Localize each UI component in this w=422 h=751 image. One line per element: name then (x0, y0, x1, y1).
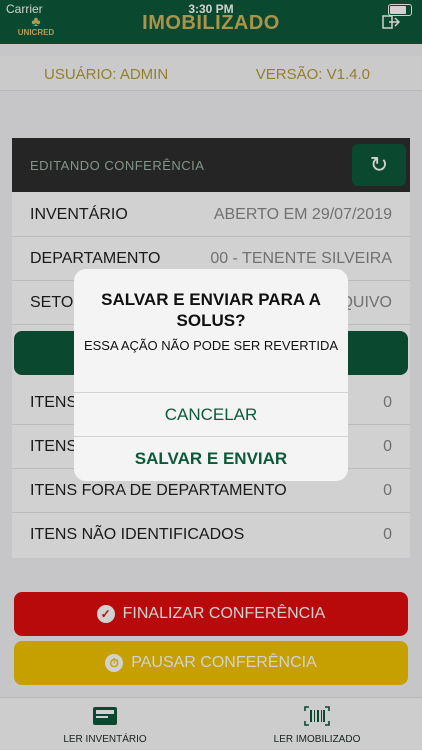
confirm-dialog: SALVAR E ENVIAR PARA A SOLUS? ESSA AÇÃO … (74, 269, 348, 481)
dialog-title: SALVAR E ENVIAR PARA A SOLUS? (101, 290, 321, 330)
save-send-button[interactable]: SALVAR E ENVIAR (74, 436, 348, 481)
cancel-button[interactable]: CANCELAR (74, 392, 348, 437)
dialog-message: ESSA AÇÃO NÃO PODE SER REVERTIDA (83, 338, 339, 353)
